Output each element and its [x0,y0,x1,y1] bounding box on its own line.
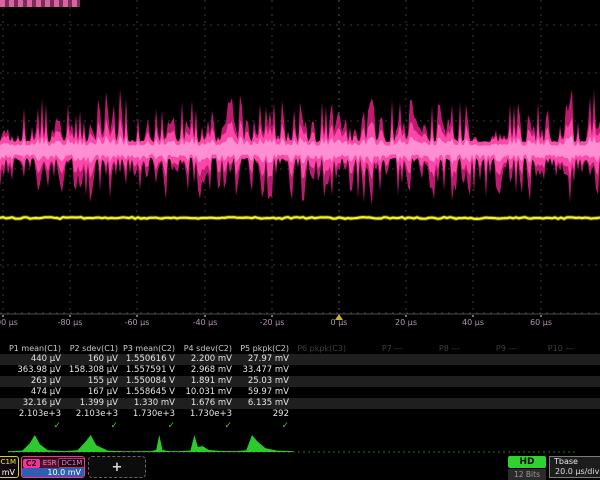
param-num-P1: 2.103e+3 [8,409,65,420]
histicon-P2[interactable] [65,435,122,452]
param-max-P2: 167 µV [65,387,122,398]
param-value-P4: 2.200 mV [179,354,236,365]
channel-descriptor-c1[interactable]: DC1M 50.0 mV [0,456,19,478]
param-mean-P4: 2.968 mV [179,365,236,376]
c2-channel-chip: C2 [23,459,40,468]
param-mean-P3: 1.557591 V [122,365,179,376]
graticule-and-traces [0,0,600,334]
add-trace-button[interactable]: + [88,456,146,478]
param-value-P3: 1.550616 V [122,354,179,365]
param-min-P2: 155 µV [65,376,122,387]
timebase-label: Tbase [550,457,600,467]
param-status-P4: ✓ [179,421,236,432]
time-axis-label: 60 µs [530,318,552,327]
param-header-P1[interactable]: P1 mean(C1) [8,343,65,354]
param-max-P5: 59.97 mV [236,387,293,398]
time-axis-label: 40 µs [462,318,484,327]
param-header-P9[interactable]: P9 --- [464,343,521,354]
param-header-P3[interactable]: P3 mean(C2) [122,343,179,354]
histicon-P5[interactable] [236,435,293,452]
param-num-P5: 292 [236,409,293,420]
param-header-P5[interactable]: P5 pkpk(C2) [236,343,293,354]
timebase-value: 20.0 µs/div [550,467,600,477]
param-sdev-P1: 32.16 µV [8,398,65,409]
param-header-P8[interactable]: P8 --- [407,343,464,354]
param-mean-P1: 363.98 µV [8,365,65,376]
param-header-P4[interactable]: P4 sdev(C2) [179,343,236,354]
c1-flat-trace[interactable] [0,217,600,219]
param-max-P1: 474 µV [8,387,65,398]
histicon-P4[interactable] [179,435,236,452]
param-min-P3: 1.550084 V [122,376,179,387]
parameter-histicons[interactable] [0,432,600,456]
c2-label-fragment [0,0,80,7]
param-max-P3: 1.558645 V [122,387,179,398]
param-mean-P2: 158.308 µV [65,365,122,376]
param-header-P6[interactable]: P6 pkpk(C3) [293,343,350,354]
c2-vertical-scale: 10.0 mV [22,468,84,478]
channel-descriptor-c2[interactable]: C2 ESR DC1M 10.0 mV [21,456,85,478]
param-num-P2: 2.103e+3 [65,409,122,420]
param-value-P5: 27.97 mV [236,354,293,365]
time-axis-label: -20 µs [260,318,285,327]
param-num-P4: 1.730e+3 [179,409,236,420]
hd-bits-label: 12 Bits [508,469,546,480]
time-axis-label: 20 µs [395,318,417,327]
oscilloscope-screen: -100 µs -80 µs -60 µs -40 µs -20 µs 0 µs 20 µs… [0,0,600,480]
param-sdev-P3: 1.330 mV [122,398,179,409]
time-axis-label: -80 µs [58,318,83,327]
param-status-P1: ✓ [8,421,65,432]
c1-vertical-scale: 50.0 mV [0,468,18,478]
param-min-P1: 263 µV [8,376,65,387]
param-sdev-P2: 1.399 µV [65,398,122,409]
time-axis-label: -60 µs [125,318,150,327]
timebase-descriptor[interactable]: Tbase 20.0 µs/div [549,456,600,478]
param-value-P1: 440 µV [8,354,65,365]
param-min-P5: 25.03 mV [236,376,293,387]
param-min-P4: 1.891 mV [179,376,236,387]
param-num-P3: 1.730e+3 [122,409,179,420]
param-sdev-P5: 6.135 mV [236,398,293,409]
param-header-P10[interactable]: P10 --- [521,343,578,354]
hd-mode-badge[interactable]: HD [508,456,546,468]
histicon-P1[interactable] [8,435,65,452]
param-header-P7[interactable]: P7 --- [350,343,407,354]
histicon-P3[interactable] [122,435,179,452]
c2-esr-badge: ESR [41,459,59,468]
param-status-P2: ✓ [65,421,122,432]
time-axis-label: 0 µs [331,318,348,327]
param-mean-P5: 33.477 mV [236,365,293,376]
param-status-P3: ✓ [122,421,179,432]
param-value-P2: 160 µV [65,354,122,365]
param-sdev-P4: 1.676 mV [179,398,236,409]
param-max-P4: 10.031 mV [179,387,236,398]
time-axis-label: -100 µs [0,318,18,327]
c1-coupling-badge: DC1M [0,457,16,468]
c2-coupling-badge: DC1M [58,458,85,468]
time-axis-label: -40 µs [193,318,218,327]
param-header-P2[interactable]: P2 sdev(C1) [65,343,122,354]
param-status-P5: ✓ [236,421,293,432]
